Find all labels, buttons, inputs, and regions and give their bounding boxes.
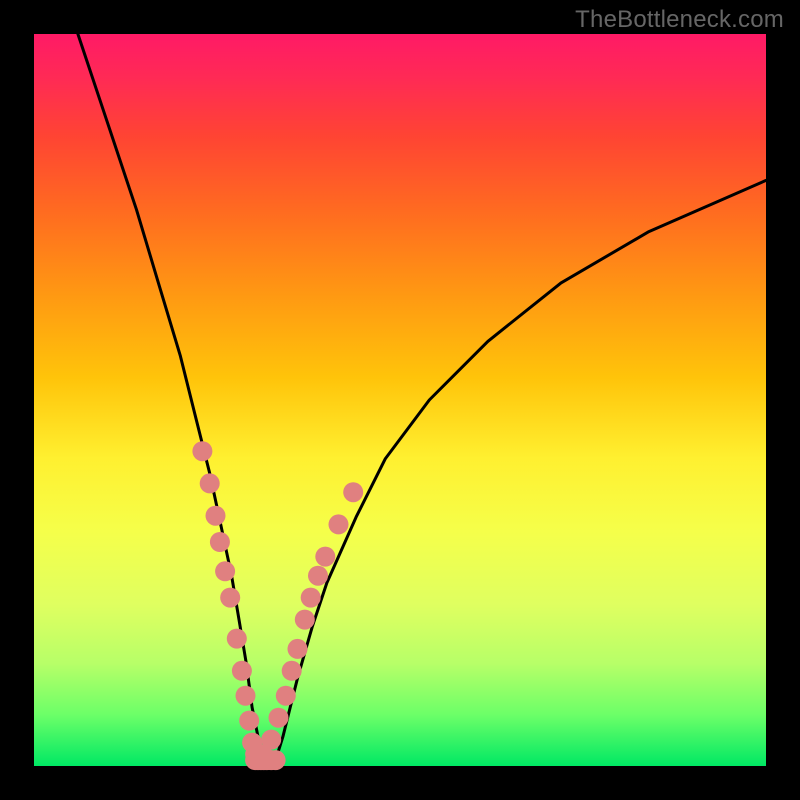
- watermark-text: TheBottleneck.com: [575, 6, 784, 34]
- curve-marker: [315, 547, 335, 567]
- curve-marker: [269, 708, 289, 728]
- plot-area: [34, 34, 766, 766]
- curve-marker: [210, 532, 230, 552]
- curve-marker: [329, 514, 349, 534]
- curve-markers: [192, 441, 363, 770]
- bottleneck-curve: [78, 34, 766, 760]
- curve-marker: [301, 588, 321, 608]
- curve-marker: [266, 750, 286, 770]
- curve-marker: [200, 473, 220, 493]
- curve-marker: [192, 441, 212, 461]
- curve-marker: [215, 561, 235, 581]
- curve-marker: [236, 686, 256, 706]
- curve-marker: [227, 629, 247, 649]
- curve-marker: [343, 482, 363, 502]
- curve-marker: [220, 588, 240, 608]
- curve-marker: [232, 661, 252, 681]
- curve-marker: [239, 711, 259, 731]
- chart-frame: TheBottleneck.com: [0, 0, 800, 800]
- chart-svg: [34, 34, 766, 766]
- curve-marker: [295, 610, 315, 630]
- curve-marker: [308, 566, 328, 586]
- curve-marker: [282, 661, 302, 681]
- curve-marker: [261, 730, 281, 750]
- curve-marker: [206, 506, 226, 526]
- curve-marker: [288, 639, 308, 659]
- curve-marker: [276, 686, 296, 706]
